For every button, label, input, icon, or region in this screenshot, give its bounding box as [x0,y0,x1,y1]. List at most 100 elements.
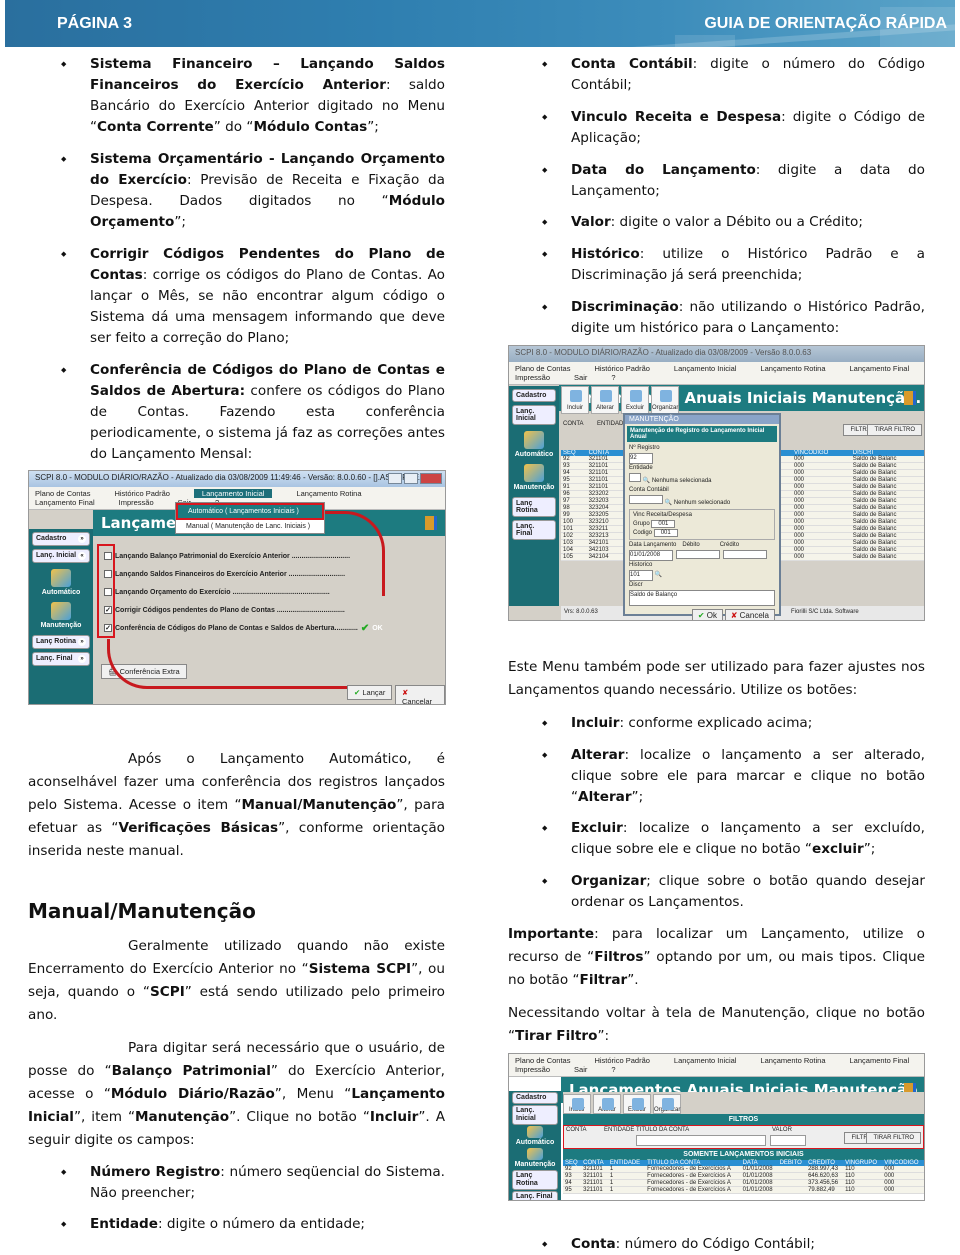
cancelar-button[interactable]: ✘ Cancelar [395,685,445,704]
sidebar-automatico[interactable]: Automático [509,1126,561,1147]
exit-door-icon[interactable] [425,516,437,530]
credito-field[interactable] [723,550,767,559]
dropdown-item-automatico[interactable]: Automático ( Lançamentos Iniciais ) [176,503,324,520]
table-row[interactable]: 93 321101 1 Fornecedores - de Exercícios A0… [563,1172,924,1180]
entidade-none: Nenhuma selecionada [651,478,712,484]
sidebar-automatico[interactable]: Automático [509,431,559,458]
table-cell: 321101 [581,1179,608,1187]
tirar-filtro-button[interactable]: TIRAR FILTRO [867,424,922,436]
table-cell: 102 [561,532,587,540]
menu-plano-contas[interactable]: Plano de Contas [515,1056,570,1065]
table-cell: 1 [607,1172,646,1180]
column-header[interactable]: ENTIDADE [607,1160,646,1166]
sidebar-lanc-inicial[interactable]: Lanç. Inicial [512,1105,558,1125]
organizar-button[interactable]: Organizar [653,1094,681,1114]
bold-text: Módulo Contas [253,119,368,135]
filters-row: CONTA ENTIDADE TITULO DA CONTA VALOR FIL… [563,1125,924,1149]
sidebar-lanc-rotina[interactable]: Lanç Rotina» [32,635,90,649]
excluir-button[interactable]: Excluir [623,1094,651,1114]
dialog-cancel-button[interactable]: ✘ Cancela [724,609,775,620]
automatic-icon [51,569,71,587]
menu-lancamento-inicial[interactable]: Lançamento Inicial [674,1056,737,1065]
hist-field[interactable]: 101 [629,570,653,581]
menu-historico-padrao[interactable]: Histórico Padrão [114,489,169,498]
sidebar-lanc-final[interactable]: Lanç. Final» [32,652,90,666]
discr-field[interactable]: Saldo de Balanço [629,590,775,606]
sidebar-cadastro[interactable]: Cadastro [512,1092,558,1104]
table-cell: 000 [792,462,851,470]
close-icon[interactable] [420,473,442,484]
menu-sair[interactable]: Sair [574,373,587,382]
window-title: SCPI 8.0 - MODULO DIÁRIO/RAZÃO - Atualiz… [515,348,812,357]
sidebar-manutencao[interactable]: Manutenção [509,1148,561,1169]
debito-field[interactable] [676,550,720,559]
alterar-button[interactable]: Alterar [591,386,619,414]
menu-lancamento-inicial[interactable]: Lançamento Inicial [674,364,737,373]
nreg-field[interactable]: 92 [629,453,653,464]
table-cell: 000 [792,518,851,526]
menu-lancamento-rotina[interactable]: Lançamento Rotina [760,364,825,373]
filter-titulo-input[interactable] [636,1135,766,1146]
maximize-icon[interactable] [404,473,418,484]
filter-valor-input[interactable] [770,1135,806,1146]
data-field[interactable]: 01/01/2008 [629,550,673,561]
codigo-field[interactable]: 001 [653,529,678,537]
sidebar-lanc-rotina[interactable]: Lanç Rotina [512,1170,558,1190]
table-cell: 000 [792,483,851,491]
check-conferencia[interactable]: ✓ Conferência de Códigos do Plano de Cont… [104,619,383,637]
check-corrigir[interactable]: ✓ Corrigir Códigos pendentes do Plano de … [104,601,383,619]
codigo-label: Codigo [633,530,653,536]
sidebar-lanc-inicial[interactable]: Lanç. Inicial [512,405,556,425]
sidebar-lanc-inicial[interactable]: Lanç. Inicial « [32,549,90,563]
sidebar-lanc-final[interactable]: Lanç. Final [512,1191,558,1200]
organizar-button[interactable]: Organizar [651,386,679,414]
dropdown-item-manual[interactable]: Manual ( Manutenção de Lanc. Iniciais ) [176,520,324,533]
bold-text: Conta Contábil [571,56,693,72]
menu-historico-padrao[interactable]: Histórico Padrão [594,1056,649,1065]
incluir-button[interactable]: Incluir [563,1094,591,1114]
incluir-button[interactable]: Incluir [561,386,589,414]
menu-help[interactable]: ? [611,373,615,382]
menu-historico-padrao[interactable]: Histórico Padrão [594,364,649,373]
menu-lancamento-final[interactable]: Lançamento Final [850,1056,910,1065]
alterar-button[interactable]: Alterar [593,1094,621,1114]
sidebar-lanc-final[interactable]: Lanç. Final [512,520,556,540]
bullet-discriminacao: Discriminação: não utilizando o Históric… [542,297,925,339]
table-row[interactable]: 95 321101 1 Fornecedores - de Exercícios A0… [563,1186,924,1194]
table-cell: 01/01/2008 [740,1186,778,1194]
menu-lancamento-rotina[interactable]: Lançamento Rotina [296,489,361,498]
table-row[interactable]: 94 321101 1 Fornecedores - de Exercícios A0… [563,1179,924,1187]
menu-lancamento-rotina[interactable]: Lançamento Rotina [760,1056,825,1065]
tirar-filtro-button[interactable]: TIRAR FILTRO [866,1132,921,1144]
entidade-field[interactable] [629,473,641,482]
menu-sair[interactable]: Sair [574,1065,587,1074]
menu-impressao[interactable]: Impressão [515,373,550,382]
table-cell: 110 [843,1179,883,1187]
minimize-icon[interactable] [388,473,402,484]
menu-impressao[interactable]: Impressão [515,1065,550,1074]
conta-label: Conta Contábil [629,487,669,493]
bold-text: Filtrar [579,972,628,988]
grupo-field[interactable]: 001 [651,520,676,528]
sidebar-manutencao[interactable]: Manutenção [29,602,93,629]
menu-plano-contas[interactable]: Plano de Contas [35,489,90,498]
menu-plano-contas[interactable]: Plano de Contas [515,364,570,373]
column-header[interactable]: DEBITO [777,1160,807,1166]
menu-lancamento-inicial[interactable]: Lançamento Inicial [193,489,273,498]
sidebar-lanc-rotina[interactable]: Lanç Rotina [512,497,556,517]
menu-help[interactable]: ? [611,1065,615,1074]
excluir-button[interactable]: Excluir [621,386,649,414]
lancar-button[interactable]: ✔ Lançar [347,685,393,700]
conta-field[interactable] [629,495,663,504]
table-cell: 95 [561,476,587,484]
dialog-ok-button[interactable]: ✔ Ok [691,609,724,620]
sidebar-cadastro[interactable]: Cadastro» [32,532,90,546]
exit-door-icon[interactable] [904,391,916,405]
menu-lancamento-final[interactable]: Lançamento Final [850,364,910,373]
sidebar-manutencao[interactable]: Manutenção [509,464,559,491]
menu-lancamento-final[interactable]: Lançamento Final [35,498,95,507]
sidebar-cadastro[interactable]: Cadastro [512,389,556,402]
menu-impressao[interactable]: Impressão [119,498,154,507]
bold-text: Manual/Manutenção [241,797,397,813]
sidebar-automatico[interactable]: Automático [29,569,93,596]
